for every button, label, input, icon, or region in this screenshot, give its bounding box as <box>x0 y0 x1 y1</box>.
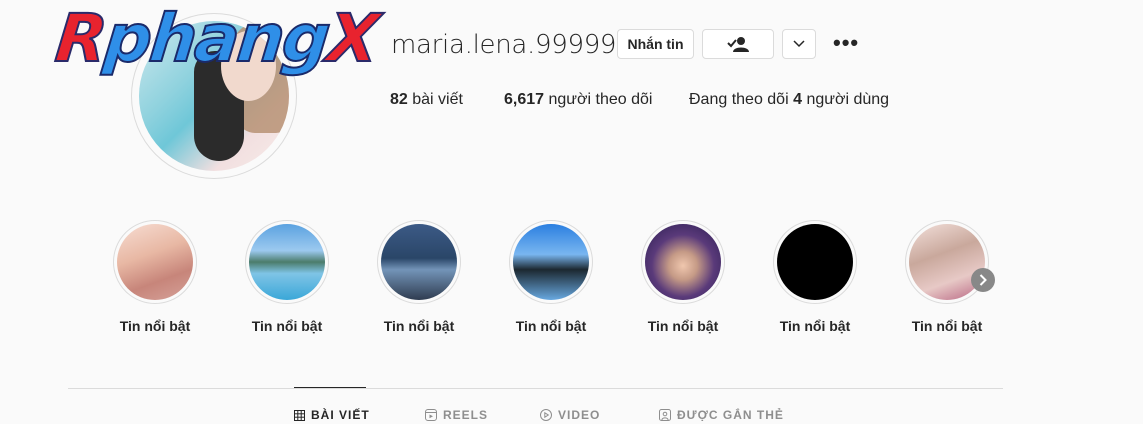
posts-count-label: bài viết <box>412 91 463 108</box>
watermark-part-2: phang <box>100 0 333 78</box>
story-highlight[interactable]: Tin nổi bật <box>245 220 329 334</box>
followers-count-label: người theo dõi <box>548 91 653 108</box>
tab-tagged[interactable]: ĐƯỢC GẮN THẺ <box>659 408 784 422</box>
tab-reels[interactable]: REELS <box>425 408 488 422</box>
highlight-cover <box>909 224 985 300</box>
story-highlight[interactable]: Tin nổi bật <box>773 220 857 334</box>
followers-count[interactable]: 6,617 người theo dõi <box>504 91 652 109</box>
reels-icon <box>425 409 437 421</box>
followers-count-value: 6,617 <box>504 91 545 108</box>
highlight-label: Tin nổi bật <box>779 318 851 334</box>
story-highlight[interactable]: Tin nổi bật <box>641 220 725 334</box>
message-button[interactable]: Nhắn tin <box>617 29 694 59</box>
active-tab-indicator <box>294 387 366 388</box>
rphangx-watermark-logo: RphangX <box>51 0 382 78</box>
following-prefix: Đang theo dõi <box>689 91 789 108</box>
tab-label: BÀI VIẾT <box>311 408 370 422</box>
user-check-icon <box>727 37 749 52</box>
highlight-cover <box>249 224 325 300</box>
story-highlight[interactable]: Tin nổi bật <box>377 220 461 334</box>
following-count[interactable]: Đang theo dõi 4 người dùng <box>689 91 889 109</box>
highlight-cover <box>381 224 457 300</box>
following-suffix: người dùng <box>806 91 890 108</box>
highlight-cover <box>645 224 721 300</box>
play-icon <box>540 409 552 421</box>
following-button[interactable] <box>702 29 774 59</box>
tag-icon <box>659 409 671 421</box>
highlight-cover <box>513 224 589 300</box>
highlight-cover <box>777 224 853 300</box>
watermark-part-3: X <box>323 0 382 78</box>
suggested-accounts-button[interactable] <box>782 29 816 59</box>
highlight-cover <box>117 224 193 300</box>
highlight-label: Tin nổi bật <box>515 318 587 334</box>
tab-label: VIDEO <box>558 408 601 422</box>
tab-video[interactable]: VIDEO <box>540 408 600 422</box>
grid-icon <box>294 409 305 421</box>
more-options-icon[interactable]: ••• <box>833 32 859 54</box>
tabs-divider <box>68 388 1003 389</box>
watermark-part-1: R <box>51 0 110 78</box>
tab-label: REELS <box>443 408 489 422</box>
posts-count-value: 82 <box>390 91 408 108</box>
story-highlight[interactable]: Tin nổi bật <box>509 220 593 334</box>
highlight-label: Tin nổi bật <box>647 318 719 334</box>
chevron-right-icon <box>979 274 987 286</box>
chevron-down-icon <box>793 40 805 48</box>
profile-username: maria.lena.99999 <box>391 30 617 60</box>
following-count-value: 4 <box>793 91 802 108</box>
highlight-label: Tin nổi bật <box>383 318 455 334</box>
highlight-label: Tin nổi bật <box>119 318 191 334</box>
tab-label: ĐƯỢC GẮN THẺ <box>677 408 784 422</box>
highlight-label: Tin nổi bật <box>251 318 323 334</box>
highlights-next-button[interactable] <box>971 268 995 292</box>
tab-posts[interactable]: BÀI VIẾT <box>294 408 370 422</box>
posts-count: 82 bài viết <box>390 91 463 109</box>
story-highlight[interactable]: Tin nổi bật <box>113 220 197 334</box>
highlight-label: Tin nổi bật <box>911 318 983 334</box>
